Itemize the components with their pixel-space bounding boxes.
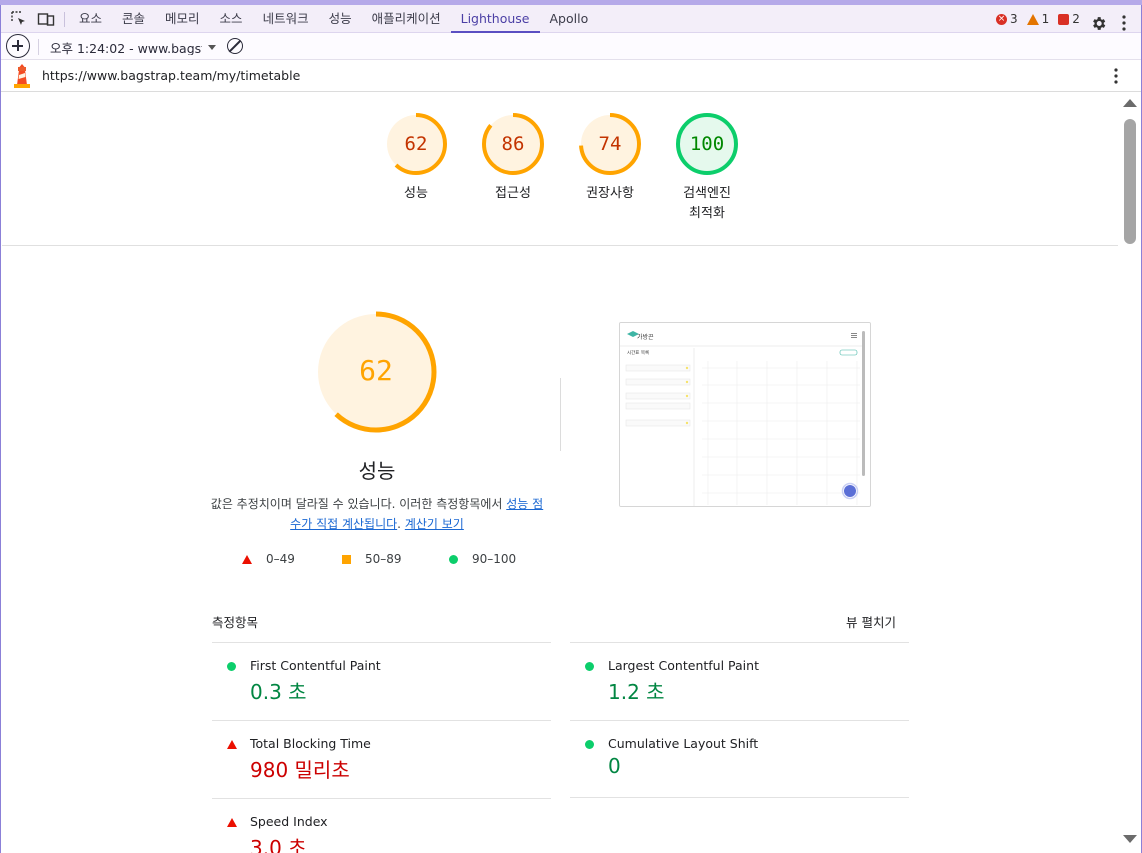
metric-rule bbox=[212, 798, 551, 799]
svg-text:62: 62 bbox=[405, 133, 428, 155]
circle-icon bbox=[449, 554, 458, 564]
gauge-ring: 86 bbox=[482, 113, 544, 175]
scrollbar-thumb[interactable] bbox=[1124, 119, 1136, 244]
tab-network[interactable]: 네트워크 bbox=[253, 5, 319, 33]
scroll-down-arrow-icon[interactable] bbox=[1123, 835, 1137, 843]
performance-description: 값은 추정치이며 달라질 수 있습니다. 이러한 측정항목에서 성능 점수가 직… bbox=[210, 497, 544, 531]
gauge-label: 접근성 bbox=[495, 186, 531, 201]
error-counter[interactable]: × 3 bbox=[996, 12, 1018, 26]
devtools-tabs: 요소 콘솔 메모리 소스 네트워크 성능 애플리케이션 Lighthouse A… bbox=[69, 5, 598, 33]
settings-gear-icon[interactable] bbox=[1090, 15, 1107, 32]
report-toolbar: 오후 1:24:02 - www.bagstrap.team bbox=[1, 33, 1141, 60]
issues-counter[interactable]: 2 bbox=[1058, 12, 1080, 26]
toolbar-separator bbox=[64, 12, 65, 27]
warning-counter[interactable]: 1 bbox=[1026, 12, 1049, 26]
metric-rule bbox=[212, 642, 551, 643]
lighthouse-logo-icon bbox=[14, 64, 30, 88]
chevron-down-icon[interactable] bbox=[208, 45, 216, 50]
view-calculator-link[interactable]: 계산기 보기 bbox=[405, 517, 464, 531]
report-menu-icon[interactable] bbox=[1113, 68, 1119, 84]
performance-score-value: 62 bbox=[359, 354, 393, 387]
svg-text:시간표 목록: 시간표 목록 bbox=[627, 349, 649, 356]
gauge-label: 성능 bbox=[404, 186, 428, 201]
legend-pass: 90–100 bbox=[449, 552, 516, 566]
gauge-accessibility[interactable]: 86 접근성 bbox=[458, 111, 568, 204]
error-icon: × bbox=[996, 13, 1007, 25]
final-screenshot[interactable]: 가방끈 시간표 목록 bbox=[619, 322, 871, 507]
gauge-label: 검색엔진 최적화 bbox=[683, 186, 731, 221]
report-url-bar: https://www.bagstrap.team/my/timetable bbox=[1, 60, 1141, 92]
performance-score-gauge: 62 bbox=[315, 311, 437, 433]
triangle-icon bbox=[242, 554, 252, 564]
device-toolbar-icon[interactable] bbox=[37, 10, 55, 28]
gauge-performance[interactable]: 62 성능 bbox=[361, 111, 471, 204]
metric-rule bbox=[212, 720, 551, 721]
gauge-ring: 62 bbox=[385, 113, 447, 175]
metric-rule bbox=[570, 642, 909, 643]
expand-view-toggle[interactable]: 뷰 펼치기 bbox=[846, 612, 896, 631]
toolbar-separator bbox=[38, 39, 39, 55]
vertical-separator bbox=[560, 378, 561, 451]
tab-apollo[interactable]: Apollo bbox=[540, 5, 599, 33]
square-icon bbox=[342, 554, 351, 564]
tab-elements[interactable]: 요소 bbox=[69, 5, 112, 33]
tab-performance[interactable]: 성능 bbox=[319, 5, 362, 33]
inspect-element-icon[interactable] bbox=[10, 10, 28, 28]
tab-lighthouse[interactable]: Lighthouse bbox=[450, 5, 540, 33]
screenshot-image: 가방끈 시간표 목록 bbox=[620, 323, 870, 506]
pass-circle-icon bbox=[585, 662, 594, 671]
svg-text:가방끈: 가방끈 bbox=[637, 333, 654, 341]
scroll-up-arrow-icon[interactable] bbox=[1123, 99, 1137, 107]
pass-circle-icon bbox=[585, 740, 594, 749]
tab-memory[interactable]: 메모리 bbox=[155, 5, 210, 33]
fail-triangle-icon bbox=[227, 818, 237, 827]
metrics-heading: 측정항목 bbox=[212, 615, 259, 630]
fail-triangle-icon bbox=[227, 740, 237, 749]
new-report-button[interactable] bbox=[6, 34, 30, 58]
section-divider bbox=[2, 245, 1118, 246]
legend-average: 50–89 bbox=[342, 552, 402, 566]
devtools-tab-bar: 요소 콘솔 메모리 소스 네트워크 성능 애플리케이션 Lighthouse A… bbox=[1, 5, 1141, 33]
gauge-best-practices[interactable]: 74 권장사항 bbox=[555, 111, 665, 204]
gauge-ring: 100 bbox=[676, 113, 738, 175]
pass-circle-icon bbox=[227, 662, 236, 671]
clear-reports-icon[interactable] bbox=[227, 38, 243, 54]
issue-counters[interactable]: × 3 1 2 bbox=[996, 12, 1089, 26]
svg-text:86: 86 bbox=[502, 133, 525, 155]
performance-title: 성능 bbox=[358, 459, 396, 483]
metric-rule bbox=[570, 720, 909, 721]
gauge-label: 권장사항 bbox=[586, 186, 634, 201]
warning-icon bbox=[1026, 13, 1039, 25]
report-url: https://www.bagstrap.team/my/timetable bbox=[42, 68, 301, 83]
more-options-icon[interactable] bbox=[1121, 15, 1127, 31]
legend-fail: 0–49 bbox=[242, 552, 295, 566]
gauge-seo[interactable]: 100 검색엔진 최적화 bbox=[652, 111, 762, 224]
report-selector[interactable]: 오후 1:24:02 - www.bagstrap.team bbox=[50, 38, 202, 55]
metric-rule bbox=[570, 797, 909, 798]
gauge-ring: 74 bbox=[579, 113, 641, 175]
tab-application[interactable]: 애플리케이션 bbox=[362, 5, 451, 33]
issue-icon bbox=[1058, 13, 1070, 25]
tab-sources[interactable]: 소스 bbox=[210, 5, 253, 33]
svg-text:74: 74 bbox=[599, 133, 622, 155]
tab-console[interactable]: 콘솔 bbox=[112, 5, 155, 33]
svg-text:100: 100 bbox=[690, 133, 724, 155]
